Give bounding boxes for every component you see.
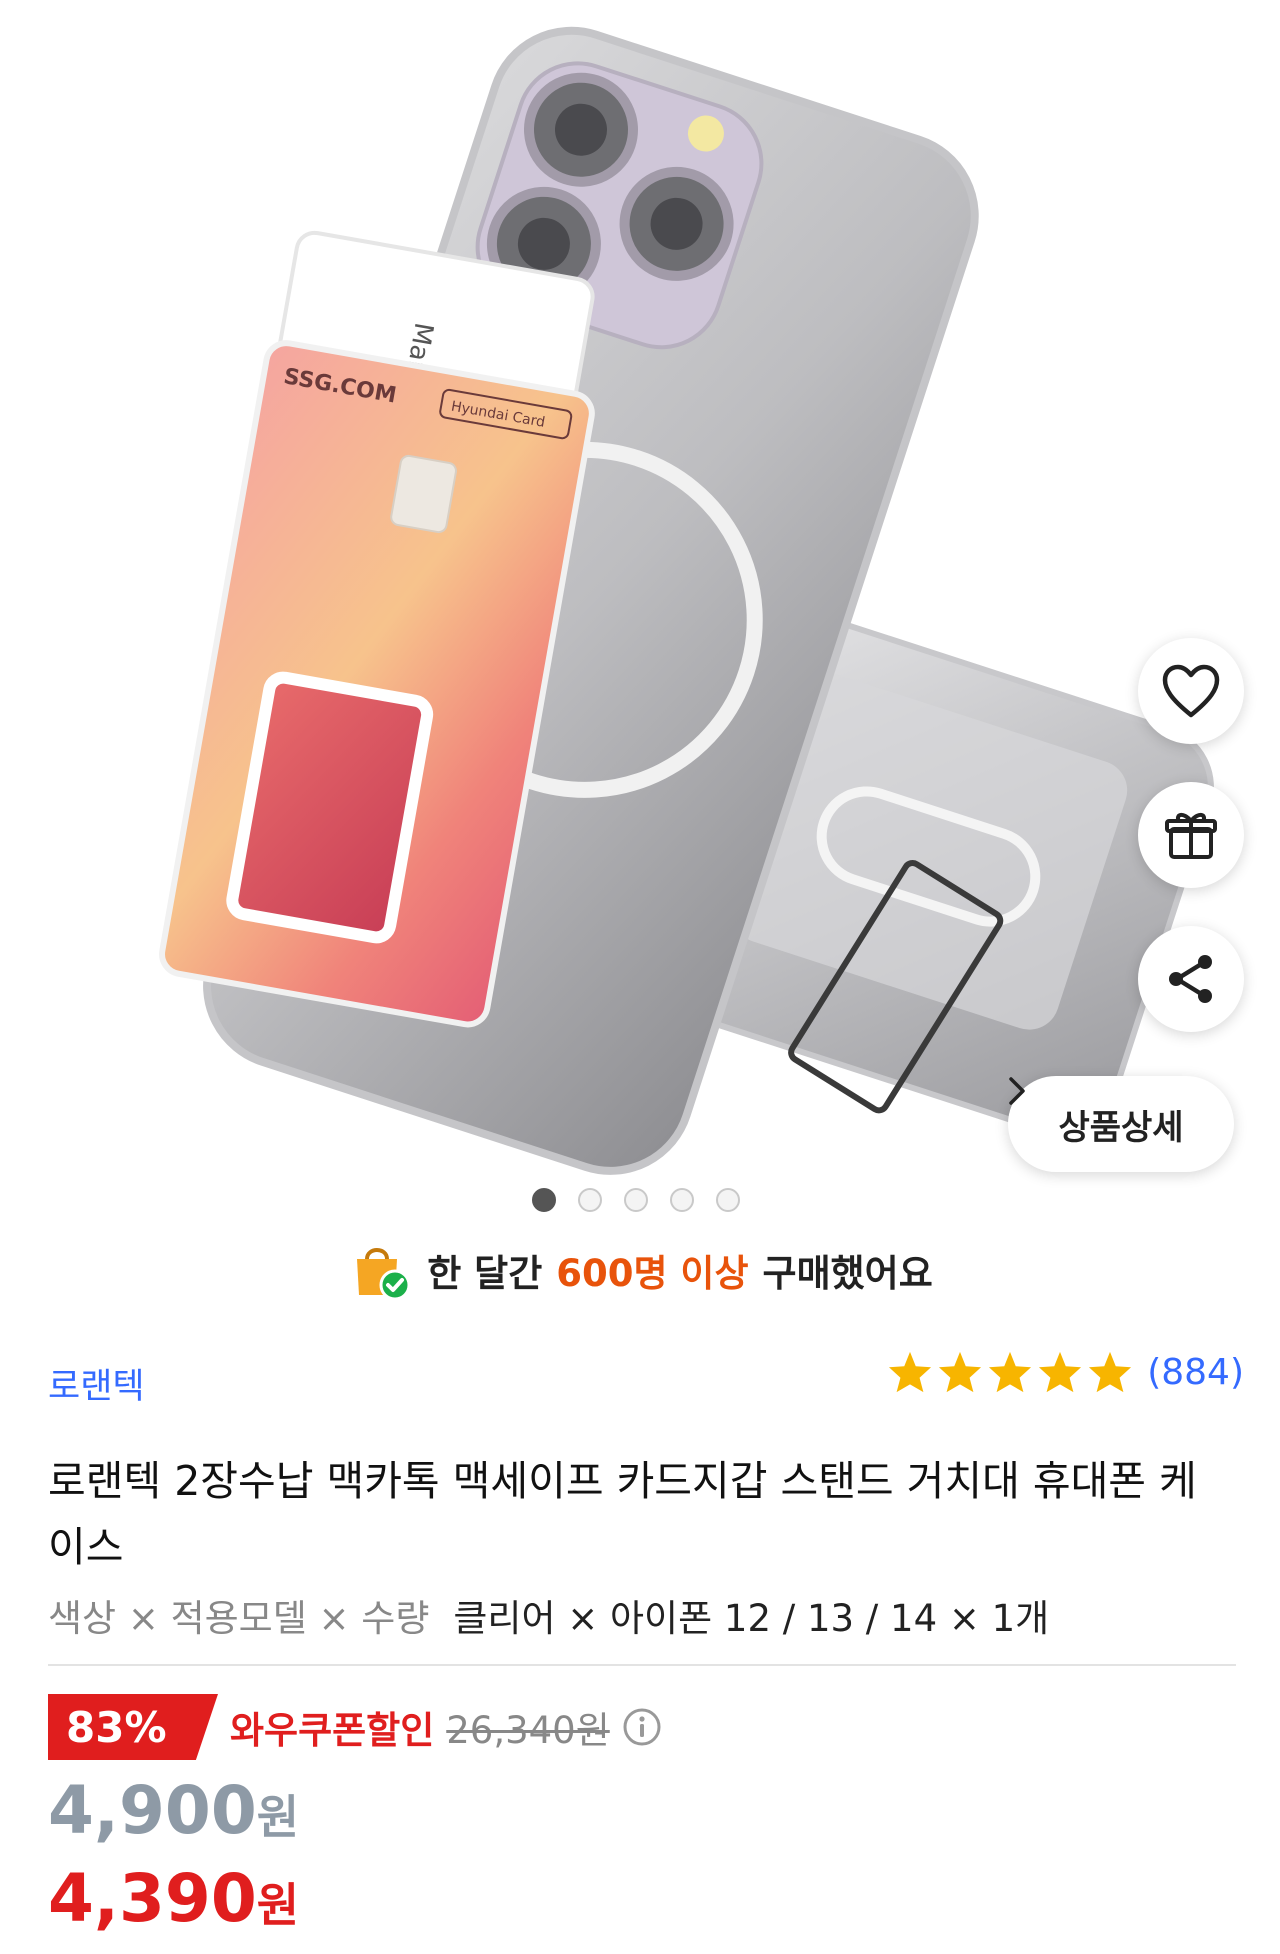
purchase-count-banner: 한 달간 600명 이상 구매했어요 (0, 1232, 1280, 1308)
coupon-price: 4,390원 (48, 1860, 299, 1937)
carousel-dot[interactable] (624, 1188, 648, 1212)
options-label: 색상 × 적용모델 × 수량 (48, 1597, 430, 1640)
coupon-label: 와우쿠폰할인 (230, 1709, 435, 1752)
gift-button[interactable] (1138, 782, 1244, 888)
product-detail-label: 상품상세 (1058, 1107, 1184, 1148)
rating-summary[interactable]: (884) (887, 1350, 1244, 1394)
star-icon (939, 1351, 982, 1393)
review-count[interactable]: (884) (1147, 1352, 1244, 1393)
carousel-dot[interactable] (670, 1188, 694, 1212)
banner-highlight: 600명 이상 (556, 1252, 749, 1295)
star-icon (889, 1351, 932, 1393)
product-photo: Marisa SSG.COM Hyundai Card (159, 26, 1214, 1175)
carousel-dot[interactable] (578, 1188, 602, 1212)
share-button[interactable] (1138, 926, 1244, 1032)
banner-prefix: 한 달간 (427, 1252, 543, 1295)
options-value: 클리어 × 아이폰 12 / 13 / 14 × 1개 (453, 1597, 1050, 1640)
heart-icon (1162, 664, 1220, 718)
coupon-price-unit: 원 (256, 1878, 300, 1932)
discount-rate-badge: 83% (48, 1694, 218, 1760)
sale-price: 4,900원 (48, 1772, 299, 1849)
star-icon (989, 1351, 1032, 1393)
shopping-bag-check-icon (357, 1248, 411, 1301)
original-price: 26,340원 (446, 1709, 610, 1752)
product-title: 로랜텍 2장수납 맥카톡 맥세이프 카드지갑 스탠드 거치대 휴대폰 케이스 (48, 1457, 1197, 1571)
discount-row: 83% 와우쿠폰할인 26,340원 (48, 1694, 662, 1760)
share-icon (1169, 955, 1212, 1003)
carousel-dot[interactable] (532, 1188, 556, 1212)
wishlist-button[interactable] (1138, 638, 1244, 744)
product-detail-button[interactable]: 상품상세 (1008, 1076, 1234, 1172)
sale-price-number: 4,900 (48, 1772, 257, 1849)
gift-icon (1165, 813, 1217, 859)
brand-link[interactable]: 로랜텍 (48, 1358, 145, 1409)
carousel-dot[interactable] (716, 1188, 740, 1212)
banner-suffix: 구매했어요 (762, 1252, 933, 1295)
chevron-right-icon (1009, 1077, 1025, 1105)
sale-price-unit: 원 (256, 1790, 300, 1844)
price-info-button[interactable] (622, 1707, 662, 1747)
product-image-carousel[interactable]: Marisa SSG.COM Hyundai Card (0, 0, 1280, 1222)
star-icon (1089, 1351, 1132, 1393)
star-icon (1039, 1351, 1082, 1393)
info-icon (623, 1708, 661, 1746)
carousel-dots (532, 1188, 740, 1212)
divider (48, 1664, 1236, 1666)
selected-options[interactable]: 색상 × 적용모델 × 수량 클리어 × 아이폰 12 / 13 / 14 × 1… (48, 1588, 1049, 1642)
coupon-price-number: 4,390 (48, 1860, 257, 1937)
